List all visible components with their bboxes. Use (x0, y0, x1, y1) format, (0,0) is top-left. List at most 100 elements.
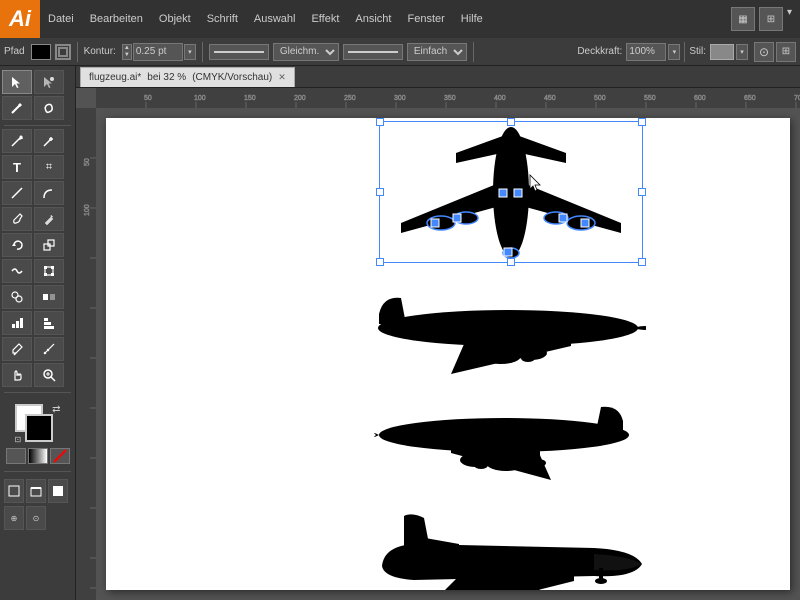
fill-color-box[interactable] (31, 44, 51, 60)
deckkraft-label: Deckkraft: (577, 46, 622, 57)
pen-tool[interactable] (2, 129, 32, 153)
plane4-svg (374, 506, 644, 590)
scale-tool[interactable] (34, 233, 64, 257)
swap-colors-icon[interactable]: ⇄ (52, 404, 60, 415)
vertical-ruler: 50 100 (76, 108, 96, 600)
svg-text:150: 150 (244, 95, 256, 102)
canvas-area[interactable]: 50 100 150 200 250 300 350 400 450 500 5… (76, 88, 800, 600)
tool-row-1 (2, 70, 73, 94)
tool-row-9 (2, 285, 73, 309)
view-btn-1[interactable]: ⊕ (4, 506, 24, 530)
select-tool[interactable] (2, 70, 32, 94)
menu-schrift[interactable]: Schrift (199, 0, 246, 38)
svg-text:450: 450 (544, 95, 556, 102)
menu-bearbeiten[interactable]: Bearbeiten (82, 0, 151, 38)
stil-dropdown[interactable]: ▾ (736, 44, 748, 60)
plane1-container[interactable] (381, 123, 641, 264)
view-btn-2[interactable]: ⊙ (26, 506, 46, 530)
svg-text:400: 400 (494, 95, 506, 102)
stroke-color-box[interactable] (55, 44, 71, 60)
document-tab[interactable]: flugzeug.ai* bei 32 % (CMYK/Vorschau) ✕ (80, 67, 295, 87)
tool-row-5 (2, 181, 73, 205)
settings-icon[interactable]: ⊙ (754, 42, 774, 62)
hand-tool[interactable] (2, 363, 32, 387)
stroke-style-solid[interactable] (209, 44, 269, 60)
foreground-color-box[interactable] (25, 414, 53, 442)
vertical-type-tool[interactable]: ⌗ (34, 155, 64, 179)
divider2 (202, 42, 203, 62)
color-mode-btn[interactable] (6, 448, 26, 464)
menu-fenster[interactable]: Fenster (399, 0, 452, 38)
rotate-tool[interactable] (2, 233, 32, 257)
tab-mode: (CMYK/Vorschau) (192, 72, 272, 83)
artboard[interactable] (106, 118, 790, 590)
arc-tool[interactable] (34, 181, 64, 205)
menu-auswahl[interactable]: Auswahl (246, 0, 304, 38)
line-tool[interactable] (2, 181, 32, 205)
path-label: Pfad (4, 46, 25, 57)
lasso-tool[interactable] (34, 96, 64, 120)
kontur-input[interactable]: 0.25 pt (133, 43, 183, 61)
plane4-container[interactable] (374, 506, 644, 590)
stroke-end-select[interactable]: Einfach (407, 43, 467, 61)
workspace-icon[interactable]: ▦ (731, 7, 755, 31)
none-mode-btn[interactable] (50, 448, 70, 464)
dropdown-arrow[interactable]: ▾ (787, 7, 792, 31)
brush-tool[interactable] (2, 207, 32, 231)
zoom-tool[interactable] (34, 363, 64, 387)
ai-logo: Ai (0, 0, 40, 38)
eyedropper-tool[interactable] (2, 337, 32, 361)
color-section: ⇄ ⊡ (2, 400, 73, 468)
tool-row-6 (2, 207, 73, 231)
menu-ansicht[interactable]: Ansicht (347, 0, 399, 38)
bar-graph-tool[interactable] (34, 311, 64, 335)
tool-row-3 (2, 129, 73, 153)
svg-text:500: 500 (594, 95, 606, 102)
magic-wand-tool[interactable] (2, 96, 32, 120)
stil-preview[interactable] (710, 44, 734, 60)
deckkraft-input[interactable] (626, 43, 666, 61)
normal-screen-btn[interactable] (4, 479, 24, 503)
menu-objekt[interactable]: Objekt (151, 0, 199, 38)
menubar: Ai Datei Bearbeiten Objekt Schrift Auswa… (0, 0, 800, 38)
kontur-dropdown[interactable]: ▾ (184, 44, 196, 60)
tab-zoom: bei 32 % (147, 72, 186, 83)
measure-tool[interactable] (34, 337, 64, 361)
plane3-container[interactable] (371, 395, 641, 486)
deckkraft-dropdown[interactable]: ▾ (668, 44, 680, 60)
stroke-type-select[interactable]: Gleichm. (273, 43, 339, 61)
tool-row-4: T ⌗ (2, 155, 73, 179)
arrange-icon[interactable]: ⊞ (759, 7, 783, 31)
expand-icon[interactable]: ⊞ (776, 42, 796, 62)
blend-tool[interactable] (34, 285, 64, 309)
fullscreen-btn[interactable] (26, 479, 46, 503)
column-graph-tool[interactable] (2, 311, 32, 335)
presentation-btn[interactable] (48, 479, 68, 503)
menu-effekt[interactable]: Effekt (303, 0, 347, 38)
left-toolbar: T ⌗ (0, 66, 76, 600)
warp-tool[interactable] (2, 259, 32, 283)
svg-text:300: 300 (394, 95, 406, 102)
plane2-container[interactable] (371, 286, 646, 377)
tool-row-11 (2, 337, 73, 361)
menu-hilfe[interactable]: Hilfe (453, 0, 491, 38)
svg-text:100: 100 (84, 204, 91, 216)
type-tool[interactable]: T (2, 155, 32, 179)
menu-datei[interactable]: Datei (40, 0, 82, 38)
tool-divider-3 (4, 471, 71, 472)
pencil-tool[interactable] (34, 207, 64, 231)
tab-close-btn[interactable]: ✕ (278, 72, 286, 83)
kontur-stepper[interactable]: ▲ ▼ (122, 44, 132, 60)
stroke-style-simple[interactable] (343, 44, 403, 60)
plane1-svg (381, 123, 641, 261)
gradient-mode-btn[interactable] (28, 448, 48, 464)
add-anchor-tool[interactable] (34, 129, 64, 153)
free-transform-tool[interactable] (34, 259, 64, 283)
svg-text:600: 600 (694, 95, 706, 102)
shape-builder-tool[interactable] (2, 285, 32, 309)
reset-colors-icon[interactable]: ⊡ (15, 435, 22, 444)
divider4 (684, 42, 685, 62)
svg-text:650: 650 (744, 95, 756, 102)
toolbar: Pfad Kontur: ▲ ▼ 0.25 pt ▾ Gleichm. Einf… (0, 38, 800, 66)
direct-select-tool[interactable] (34, 70, 64, 94)
